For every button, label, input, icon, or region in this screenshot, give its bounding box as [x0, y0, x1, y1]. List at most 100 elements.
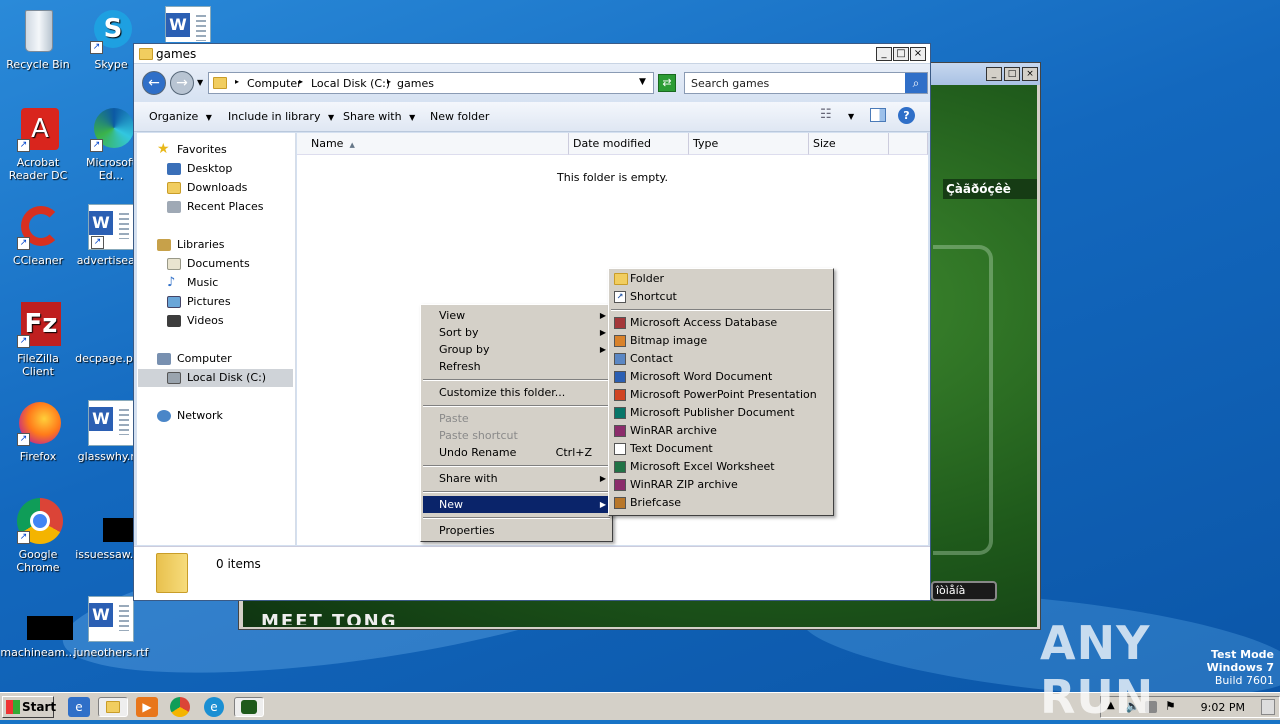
close-icon[interactable]: ×	[1022, 67, 1038, 81]
menu-item-sort-by[interactable]: Sort by ▶	[423, 324, 610, 341]
menu-item-share-with[interactable]: Share with ▶	[423, 470, 610, 487]
new-item-contact[interactable]: Contact	[611, 350, 831, 368]
view-dropdown-icon[interactable]: ▼	[848, 112, 854, 121]
game-taskbar-icon[interactable]	[234, 697, 264, 717]
nav-downloads[interactable]: Downloads	[167, 179, 247, 197]
desktop-icon-chrome[interactable]: ↗ Google Chrome	[0, 498, 76, 574]
new-item-powerpoint[interactable]: Microsoft PowerPoint Presentation	[611, 386, 831, 404]
internet-explorer-icon[interactable]: e	[68, 697, 90, 717]
menu-item-undo-rename[interactable]: Undo Rename Ctrl+Z	[423, 444, 610, 461]
breadcrumb-games[interactable]: games	[397, 77, 434, 90]
maximize-icon[interactable]: □	[1004, 67, 1020, 81]
game-panel-frame	[933, 245, 993, 555]
new-item-winrar[interactable]: WinRAR archive	[611, 422, 831, 440]
address-box[interactable]: ▸ Computer ▸ Local Disk (C:) ▸ games ▼	[208, 72, 654, 94]
nav-documents[interactable]: Documents	[167, 255, 250, 273]
explorer-taskbar-icon[interactable]	[98, 697, 128, 717]
desktop-icon-machineam[interactable]: machineam...	[0, 596, 76, 659]
minimize-button[interactable]: _	[876, 47, 892, 61]
view-options-icon[interactable]: ☷	[820, 107, 832, 122]
column-header-extra[interactable]	[889, 133, 928, 155]
desktop-icon-firefox[interactable]: ↗ Firefox	[0, 400, 76, 463]
new-item-bitmap[interactable]: Bitmap image	[611, 332, 831, 350]
desktop-icon-juneothers[interactable]: W juneothers.rtf	[73, 596, 149, 659]
game-cancel-button[interactable]: îòìåíà	[931, 581, 997, 601]
edge-icon[interactable]: e	[204, 697, 224, 717]
menu-label: Bitmap image	[630, 334, 708, 347]
menu-item-properties[interactable]: Properties	[423, 522, 610, 539]
nav-local-disk[interactable]: Local Disk (C:)	[138, 369, 293, 387]
start-button[interactable]: Start	[2, 696, 56, 718]
text-icon	[614, 443, 626, 455]
back-button[interactable]: ←	[142, 71, 166, 95]
column-header-size[interactable]: Size	[809, 133, 889, 155]
forward-button[interactable]: →	[170, 71, 194, 95]
new-item-winrar-zip[interactable]: WinRAR ZIP archive	[611, 476, 831, 494]
nav-videos[interactable]: Videos	[167, 312, 224, 330]
media-player-icon[interactable]: ▶	[136, 697, 158, 717]
new-item-folder[interactable]: Folder	[611, 270, 831, 288]
share-with-button[interactable]: Share with ▼	[343, 110, 415, 123]
chrome-icon[interactable]	[170, 697, 190, 717]
menu-item-group-by[interactable]: Group by ▶	[423, 341, 610, 358]
image-file-icon	[88, 498, 149, 544]
new-item-access[interactable]: Microsoft Access Database	[611, 314, 831, 332]
breadcrumb-arrow-icon[interactable]: ▸	[299, 77, 303, 86]
search-icon[interactable]: ⌕	[905, 73, 927, 93]
word-document-icon: W	[88, 400, 134, 446]
new-item-shortcut[interactable]: ↗ Shortcut	[611, 288, 831, 306]
breadcrumb-local-disk[interactable]: Local Disk (C:)	[311, 77, 390, 90]
column-header-name[interactable]: Name ▲	[297, 133, 569, 155]
menu-label: Sort by	[439, 326, 479, 339]
column-header-date[interactable]: Date modified	[569, 133, 689, 155]
desktop-icon-ccleaner[interactable]: ↗ CCleaner	[0, 204, 76, 267]
menu-item-customize[interactable]: Customize this folder...	[423, 384, 610, 401]
computer-icon	[157, 353, 171, 365]
folder-icon	[106, 701, 120, 713]
minimize-icon[interactable]: _	[986, 67, 1002, 81]
empty-folder-message: This folder is empty.	[557, 171, 668, 184]
maximize-button[interactable]: □	[893, 47, 909, 61]
nav-favorites[interactable]: ★ Favorites	[157, 141, 227, 159]
address-dropdown-icon[interactable]: ▼	[639, 77, 646, 87]
folder-icon	[614, 273, 628, 285]
new-item-excel[interactable]: Microsoft Excel Worksheet	[611, 458, 831, 476]
desktop-icon-label: Google Chrome	[16, 548, 60, 574]
details-pane: 0 items	[134, 546, 930, 600]
nav-computer[interactable]: Computer	[157, 350, 232, 368]
nav-music[interactable]: ♪ Music	[167, 274, 218, 292]
nav-pictures[interactable]: Pictures	[167, 293, 231, 311]
help-icon[interactable]: ?	[898, 107, 915, 124]
close-button[interactable]: ×	[910, 47, 926, 61]
desktop-icon-filezilla[interactable]: Fz ↗ FileZilla Client	[0, 302, 76, 378]
refresh-icon[interactable]: ⇄	[658, 74, 676, 92]
menu-item-view[interactable]: View ▶	[423, 307, 610, 324]
address-bar-area: ← → ▼ ▸ Computer ▸ Local Disk (C:) ▸ gam…	[134, 64, 930, 102]
new-item-text[interactable]: Text Document	[611, 440, 831, 458]
breadcrumb-arrow-icon[interactable]: ▸	[387, 77, 391, 86]
explorer-titlebar[interactable]: games _ □ ×	[134, 44, 930, 64]
breadcrumb-computer[interactable]: Computer	[247, 77, 302, 90]
organize-button[interactable]: Organize ▼	[149, 110, 212, 123]
nav-network[interactable]: Network	[157, 407, 223, 425]
search-input[interactable]: Search games ⌕	[684, 72, 928, 94]
desktop-icon-word-doc[interactable]: W	[150, 6, 226, 42]
preview-pane-icon[interactable]	[870, 108, 886, 122]
nav-label: Network	[177, 409, 223, 422]
desktop-icon-recycle-bin[interactable]: Recycle Bin	[0, 8, 76, 71]
menu-item-refresh[interactable]: Refresh	[423, 358, 610, 375]
new-item-publisher[interactable]: Microsoft Publisher Document	[611, 404, 831, 422]
breadcrumb-arrow-icon[interactable]: ▸	[235, 77, 239, 86]
nav-recent-places[interactable]: Recent Places	[167, 198, 264, 216]
new-folder-button[interactable]: New folder	[430, 110, 489, 123]
menu-item-new[interactable]: New ▶	[423, 496, 610, 513]
chevron-down-icon[interactable]: ▼	[197, 78, 203, 87]
include-in-library-button[interactable]: Include in library ▼	[228, 110, 334, 123]
nav-libraries[interactable]: Libraries	[157, 236, 225, 254]
column-header-type[interactable]: Type	[689, 133, 809, 155]
new-item-briefcase[interactable]: Briefcase	[611, 494, 831, 512]
new-item-word[interactable]: Microsoft Word Document	[611, 368, 831, 386]
nav-desktop[interactable]: Desktop	[167, 160, 232, 178]
shortcut-label: Ctrl+Z	[555, 446, 592, 459]
desktop-icon-acrobat[interactable]: A ↗ Acrobat Reader DC	[0, 106, 76, 182]
